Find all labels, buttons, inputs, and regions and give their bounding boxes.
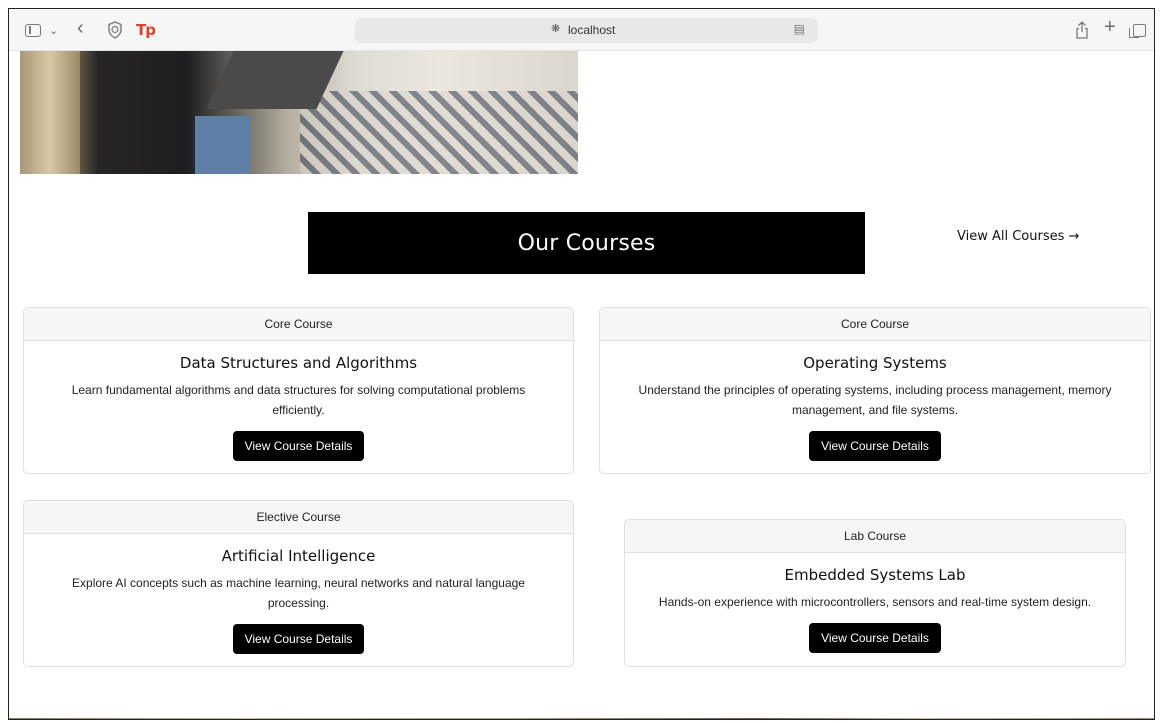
chevron-down-icon[interactable]: ⌄	[49, 20, 58, 40]
courses-heading-banner: Our Courses	[308, 212, 865, 274]
view-course-details-button[interactable]: View Course Details	[232, 624, 365, 654]
course-category: Core Course	[24, 308, 573, 341]
course-card: Elective Course Artificial Intelligence …	[23, 500, 574, 667]
tab-overview-icon[interactable]	[1129, 24, 1146, 38]
site-favicon-icon: ❋	[551, 23, 561, 35]
extension-tp-icon[interactable]: Tp	[136, 20, 156, 40]
footer-image-strip	[9, 718, 1154, 719]
address-bar[interactable]: ❋ localhost ▤	[355, 18, 818, 43]
course-title: Embedded Systems Lab	[784, 566, 966, 584]
address-bar-url: localhost	[568, 23, 616, 37]
course-description: Hands-on experience with microcontroller…	[658, 595, 1092, 609]
view-course-details-button[interactable]: View Course Details	[809, 431, 941, 461]
browser-window: ⌄ ‹ Tp ❋ localhost ▤ + Our Courses View …	[8, 8, 1155, 720]
reader-mode-icon[interactable]: ▤	[794, 22, 805, 36]
course-description: Understand the principles of operating s…	[638, 383, 1112, 417]
share-icon[interactable]	[1075, 20, 1089, 40]
back-arrow-icon[interactable]: ‹	[77, 17, 84, 39]
view-course-details-button[interactable]: View Course Details	[232, 431, 365, 461]
course-title: Operating Systems	[803, 354, 947, 372]
sidebar-toggle-icon[interactable]	[25, 24, 41, 37]
course-card: Lab Course Embedded Systems Lab Hands-on…	[624, 519, 1126, 667]
course-card: Core Course Operating Systems Understand…	[599, 307, 1151, 474]
view-course-details-button[interactable]: View Course Details	[809, 623, 941, 653]
course-title: Data Structures and Algorithms	[179, 354, 418, 372]
course-category: Core Course	[600, 308, 1150, 341]
privacy-shield-icon[interactable]	[107, 21, 123, 39]
course-description: Learn fundamental algorithms and data st…	[71, 383, 526, 417]
view-all-courses-link[interactable]: View All Courses →	[957, 229, 1079, 244]
course-description: Explore AI concepts such as machine lear…	[72, 576, 525, 610]
courses-heading: Our Courses	[517, 230, 656, 256]
hero-image	[20, 51, 578, 174]
browser-toolbar: ⌄ ‹ Tp ❋ localhost ▤ +	[9, 9, 1154, 51]
new-tab-plus-icon[interactable]: +	[1104, 16, 1116, 38]
course-title: Artificial Intelligence	[221, 547, 376, 565]
course-category: Elective Course	[24, 501, 573, 534]
course-card: Core Course Data Structures and Algorith…	[23, 307, 574, 474]
course-category: Lab Course	[625, 520, 1125, 553]
